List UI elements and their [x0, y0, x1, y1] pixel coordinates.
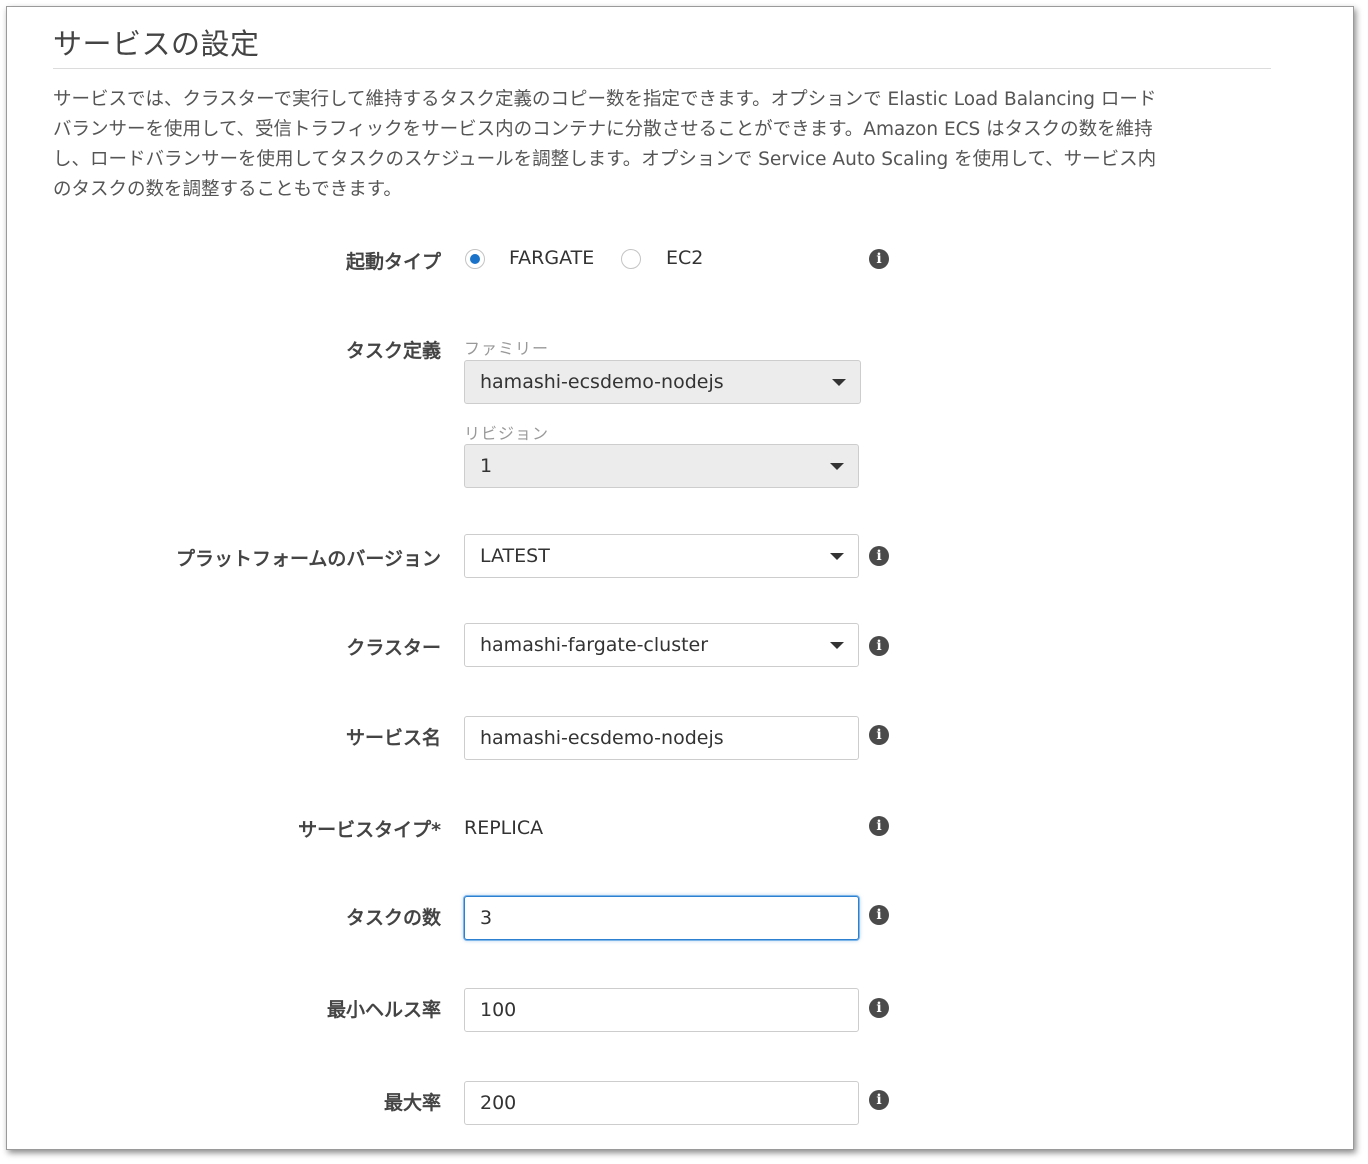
task-definition-label: タスク定義: [345, 340, 441, 362]
cluster-select[interactable]: hamashi-fargate-cluster: [464, 623, 859, 667]
info-icon[interactable]: i: [869, 249, 889, 269]
radio-fargate[interactable]: [465, 249, 485, 269]
info-icon[interactable]: i: [869, 546, 889, 566]
info-icon[interactable]: i: [869, 725, 889, 745]
max-percent-input[interactable]: 200: [464, 1081, 859, 1125]
max-percent-value: 200: [480, 1092, 517, 1114]
max-percent-label: 最大率: [383, 1092, 441, 1114]
description-line: バランサーを使用して、受信トラフィックをサービス内のコンテナに分散させることがで…: [53, 119, 1153, 140]
info-icon[interactable]: i: [869, 998, 889, 1018]
title-divider: [53, 68, 1271, 69]
launch-type-label: 起動タイプ: [345, 251, 441, 273]
section-description: サービスでは、クラスターで実行して維持するタスク定義のコピー数を指定できます。オ…: [53, 85, 1253, 205]
cluster-value: hamashi-fargate-cluster: [480, 634, 709, 656]
description-line: し、ロードバランサーを使用してタスクのスケジュールを調整します。オプションで S…: [53, 149, 1157, 170]
task-count-value: 3: [480, 907, 493, 929]
revision-label: リビジョン: [464, 424, 550, 443]
platform-version-value: LATEST: [480, 545, 550, 567]
platform-version-label: プラットフォームのバージョン: [175, 548, 441, 570]
service-type-value: REPLICA: [464, 817, 544, 839]
description-line: サービスでは、クラスターで実行して維持するタスク定義のコピー数を指定できます。オ…: [53, 89, 1157, 110]
chevron-down-icon: [830, 642, 844, 649]
service-config-panel: サービスの設定 サービスでは、クラスターで実行して維持するタスク定義のコピー数を…: [6, 6, 1354, 1150]
radio-fargate-label[interactable]: FARGATE: [509, 247, 594, 269]
radio-ec2[interactable]: [621, 249, 641, 269]
task-count-input[interactable]: 3: [464, 896, 859, 940]
info-icon[interactable]: i: [869, 1090, 889, 1110]
min-healthy-label: 最小ヘルス率: [326, 999, 441, 1021]
family-select[interactable]: hamashi-ecsdemo-nodejs: [464, 360, 861, 404]
chevron-down-icon: [830, 553, 844, 560]
chevron-down-icon: [832, 379, 846, 386]
page-title: サービスの設定: [53, 27, 260, 61]
revision-select[interactable]: 1: [464, 444, 859, 488]
info-icon[interactable]: i: [869, 905, 889, 925]
chevron-down-icon: [830, 463, 844, 470]
min-healthy-input[interactable]: 100: [464, 988, 859, 1032]
info-icon[interactable]: i: [869, 636, 889, 656]
family-value: hamashi-ecsdemo-nodejs: [480, 371, 724, 393]
cluster-label: クラスター: [346, 637, 441, 659]
family-label: ファミリー: [464, 339, 550, 358]
service-name-value: hamashi-ecsdemo-nodejs: [480, 727, 724, 749]
info-icon[interactable]: i: [869, 816, 889, 836]
description-line: のタスクの数を調整することもできます。: [53, 179, 402, 200]
revision-value: 1: [480, 455, 493, 477]
service-name-input[interactable]: hamashi-ecsdemo-nodejs: [464, 716, 859, 760]
radio-ec2-label[interactable]: EC2: [666, 247, 703, 269]
service-name-label: サービス名: [345, 727, 441, 749]
task-count-label: タスクの数: [345, 907, 441, 929]
platform-version-select[interactable]: LATEST: [464, 534, 859, 578]
service-type-label: サービスタイプ*: [298, 819, 441, 841]
min-healthy-value: 100: [480, 999, 517, 1021]
